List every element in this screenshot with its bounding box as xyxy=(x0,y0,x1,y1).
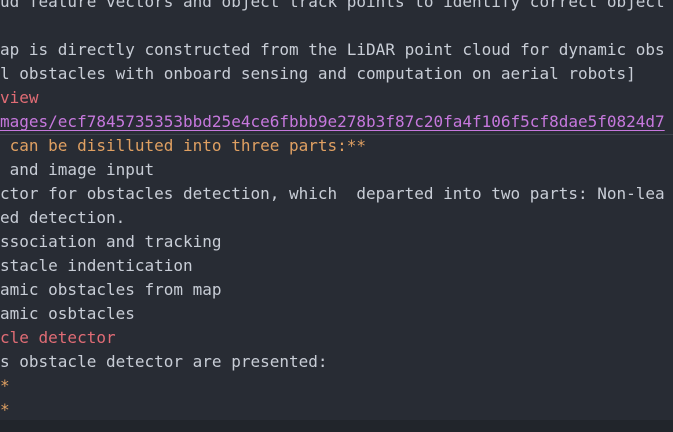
bold-line-parts: can be disilluted into three parts:** xyxy=(0,136,367,155)
list-item-detector: ctor for obstacles detection, which depa… xyxy=(0,184,665,203)
list-item-detection: ed detection. xyxy=(0,208,126,227)
list-item-obstacles: amic osbtacles xyxy=(0,304,135,323)
image-link[interactable]: mages/ecf7845735353bbd25e4ce6fbbb9e278b3… xyxy=(0,110,665,134)
text-line-3: ap is directly constructed from the LiDA… xyxy=(0,40,665,59)
text-line-1: ud feature vectors and object track poin… xyxy=(0,0,665,11)
list-item-association: ssociation and tracking xyxy=(0,232,222,251)
horizontal-scrollbar[interactable] xyxy=(0,420,673,432)
list-item-map: amic obstacles from map xyxy=(0,280,222,299)
text-line-presented: s obstacle detector are presented: xyxy=(0,352,328,371)
list-item-input: and image input xyxy=(0,160,155,179)
heading-detector: cle detector xyxy=(0,328,116,347)
list-item-identification: stacle indentication xyxy=(0,256,193,275)
heading-preview: view xyxy=(0,88,39,107)
text-line-4: l obstacles with onboard sensing and com… xyxy=(0,64,636,83)
bold-marker-2: * xyxy=(0,400,10,419)
bold-marker-1: * xyxy=(0,376,10,395)
markdown-editor[interactable]: ud feature vectors and object track poin… xyxy=(0,0,673,432)
